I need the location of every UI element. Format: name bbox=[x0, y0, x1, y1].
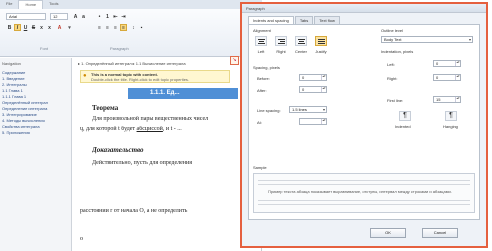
first-line-spinner[interactable]: 15 ▴▾ bbox=[433, 96, 461, 103]
align-left-icon[interactable]: ≡ bbox=[96, 24, 103, 31]
tab-text-flow[interactable]: Text flow bbox=[314, 16, 340, 24]
paragraph-text: расстоянии r от начала О, а не определит… bbox=[80, 208, 188, 214]
chevron-down-icon: ▾ bbox=[322, 107, 325, 112]
before-spinner[interactable]: 0 ▴▾ bbox=[299, 74, 327, 81]
tab-tabs[interactable]: Tabs bbox=[294, 16, 314, 24]
term-link[interactable]: абсциссой bbox=[137, 126, 163, 132]
paragraph-text: Для произвольной пары вещественных чисел bbox=[92, 116, 209, 122]
paragraph-group-label: Paragraph bbox=[110, 46, 129, 51]
topic-heading: 1.1.1. Ед... bbox=[128, 88, 238, 99]
cancel-button[interactable]: Cancel bbox=[422, 228, 458, 238]
line-spacing-label: Line spacing: bbox=[257, 108, 281, 113]
font-name-select[interactable]: Arial bbox=[6, 13, 46, 20]
navigation-pane: Navigation Содержание 1. Введение 2. Инт… bbox=[0, 58, 72, 251]
subscript-icon[interactable]: x bbox=[38, 24, 45, 31]
spinner-arrows-icon[interactable]: ▴▾ bbox=[455, 97, 460, 102]
document-editor: File Home Tools Arial 12 A a B I U S x x… bbox=[0, 0, 262, 251]
topic-info-bar: ● This is a normal topic with content. D… bbox=[80, 70, 230, 83]
first-line-label: First line: bbox=[387, 98, 404, 103]
font-size-select[interactable]: 12 bbox=[50, 13, 68, 20]
breadcrumb[interactable]: ▸ 1. Определённый интеграл ▸ 1.1 Вычисле… bbox=[78, 60, 228, 68]
font-group-label: Font bbox=[40, 46, 49, 51]
highlight-icon[interactable]: ▾ bbox=[66, 24, 73, 31]
hanging-caption: Hanging bbox=[443, 124, 458, 129]
paragraph-dialog-launcher-icon[interactable]: ↘ bbox=[230, 56, 239, 65]
chevron-down-icon: ▾ bbox=[468, 37, 471, 42]
nav-item[interactable]: 5. Приложения bbox=[2, 130, 69, 136]
spinner-arrows-icon[interactable]: ▴▾ bbox=[455, 75, 460, 80]
sample-preview: Пример текста абзаца показывает выравнив… bbox=[253, 173, 475, 213]
ok-button[interactable]: OK bbox=[370, 228, 406, 238]
right-indent-label: Right: bbox=[387, 76, 398, 81]
spinner-arrows-icon[interactable]: ▴▾ bbox=[321, 119, 326, 124]
sample-text: Пример текста абзаца показывает выравнив… bbox=[268, 189, 452, 194]
increase-indent-icon[interactable]: ⇥ bbox=[120, 13, 127, 20]
superscript-icon[interactable]: x bbox=[46, 24, 53, 31]
align-right-caption: Right bbox=[276, 49, 286, 54]
info-bar-text: Double-click the title. Right-click to e… bbox=[91, 77, 190, 82]
sample-section-label: Sample bbox=[253, 165, 267, 170]
align-justify-icon[interactable]: ≡ bbox=[120, 24, 127, 31]
line-spacing-icon[interactable]: ↕ bbox=[130, 24, 137, 31]
paragraph-text: Действительно, пусть для определения bbox=[92, 160, 192, 166]
ribbon-tabs: File Home Tools bbox=[0, 0, 262, 9]
align-center-icon[interactable]: ≡ bbox=[104, 24, 111, 31]
indentation-section-label: Indentation, pixels bbox=[381, 49, 414, 54]
align-right-icon[interactable]: ≡ bbox=[112, 24, 119, 31]
left-indent-label: Left: bbox=[387, 62, 395, 67]
indents-spacing-panel: Alignment Left Right Center Justify Spac… bbox=[248, 24, 480, 220]
line-spacing-select[interactable]: 1.5 lines ▾ bbox=[289, 106, 327, 113]
paragraph-text: ų, для которой t будет абсциссой, и t - … bbox=[80, 126, 182, 132]
align-center-button[interactable] bbox=[295, 36, 307, 46]
align-justify-button[interactable] bbox=[315, 36, 327, 46]
proof-title: Доказательство bbox=[92, 146, 144, 154]
after-label: After: bbox=[257, 88, 267, 93]
dialog-tabs: Indents and spacing Tabs Text flow bbox=[248, 16, 341, 24]
at-label: At: bbox=[257, 120, 262, 125]
indented-caption: Indented bbox=[395, 124, 411, 129]
grow-font-icon[interactable]: A bbox=[72, 13, 79, 20]
font-color-icon[interactable]: A bbox=[56, 24, 63, 31]
align-left-button[interactable] bbox=[255, 36, 267, 46]
spinner-arrows-icon[interactable]: ▴▾ bbox=[455, 61, 460, 66]
shrink-font-icon[interactable]: a bbox=[80, 13, 87, 20]
hanging-indent-icon[interactable]: ¶ bbox=[445, 111, 457, 121]
info-icon: ● bbox=[83, 73, 87, 79]
indented-first-line-icon[interactable]: ¶ bbox=[399, 111, 411, 121]
paragraph-dialog: Paragraph Indents and spacing Tabs Text … bbox=[240, 2, 488, 248]
underline-icon[interactable]: U bbox=[22, 24, 29, 31]
ribbon-toolbar: Arial 12 A a B I U S x x A ▾ ≡ ≡ ≡ ≡ ↕ ▪… bbox=[0, 9, 262, 57]
after-spinner[interactable]: 0 ▴▾ bbox=[299, 86, 327, 93]
dialog-title: Paragraph bbox=[242, 4, 486, 13]
strikethrough-icon[interactable]: S bbox=[30, 24, 37, 31]
outline-level-label: Outline level bbox=[381, 28, 404, 33]
align-right-button[interactable] bbox=[275, 36, 287, 46]
alignment-section-label: Alignment bbox=[253, 28, 271, 33]
italic-icon[interactable]: I bbox=[14, 24, 21, 31]
align-justify-caption: Justify bbox=[315, 49, 327, 54]
tab-indents-and-spacing[interactable]: Indents and spacing bbox=[248, 16, 294, 24]
outline-level-select[interactable]: Body Text ▾ bbox=[381, 36, 473, 43]
align-center-caption: Center bbox=[294, 49, 307, 54]
at-spinner[interactable]: ▴▾ bbox=[299, 118, 327, 125]
ribbon-tab-tools[interactable]: Tools bbox=[43, 0, 64, 9]
spinner-arrows-icon[interactable]: ▴▾ bbox=[321, 87, 326, 92]
numbering-icon[interactable]: 1 bbox=[104, 13, 111, 20]
before-label: Before: bbox=[257, 76, 270, 81]
decrease-indent-icon[interactable]: ⇤ bbox=[112, 13, 119, 20]
ribbon-tab-file[interactable]: File bbox=[0, 0, 18, 9]
spinner-arrows-icon[interactable]: ▴▾ bbox=[321, 75, 326, 80]
spacing-section-label: Spacing, pixels bbox=[253, 65, 280, 70]
bullets-icon[interactable]: • bbox=[96, 13, 103, 20]
align-left-caption: Left bbox=[257, 49, 265, 54]
shading-icon[interactable]: ▪ bbox=[138, 24, 145, 31]
right-indent-spinner[interactable]: 0 ▴▾ bbox=[433, 74, 461, 81]
left-indent-spinner[interactable]: 0 ▴▾ bbox=[433, 60, 461, 67]
theorem-title: Теорема bbox=[92, 104, 119, 112]
bold-icon[interactable]: B bbox=[6, 24, 13, 31]
ribbon-tab-home[interactable]: Home bbox=[18, 0, 44, 9]
navigation-header: Navigation bbox=[2, 61, 21, 66]
paragraph-text: о bbox=[80, 236, 83, 242]
